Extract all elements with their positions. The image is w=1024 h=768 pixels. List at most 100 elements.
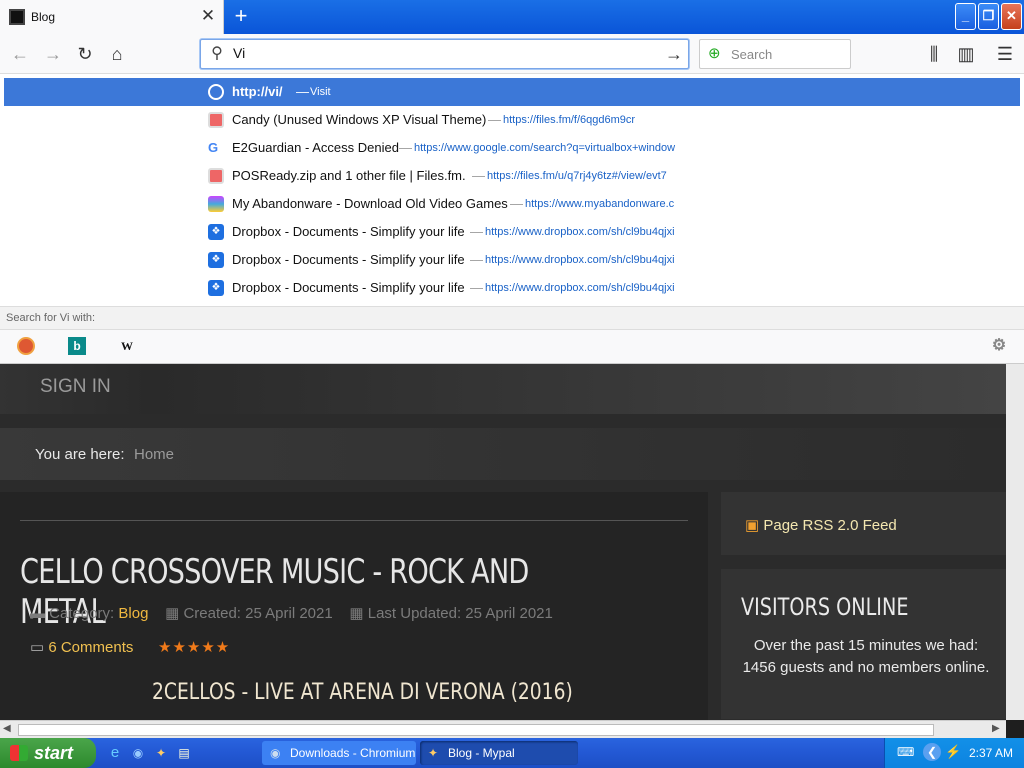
- folder-icon: ▬: [30, 605, 50, 622]
- article-subtitle: 2CELLOS - LIVE AT ARENA DI VERONA (2016): [152, 680, 573, 705]
- tab-strip: Blog ✕ + _ ❐ ✕: [0, 0, 1024, 34]
- sign-in-link[interactable]: SIGN IN: [40, 376, 111, 398]
- suggestion-title: Dropbox - Documents - Simplify your life: [232, 280, 465, 295]
- gear-icon[interactable]: ⚙: [990, 337, 1008, 355]
- minimize-button[interactable]: _: [955, 3, 976, 30]
- suggestion-url: https://www.dropbox.com/sh/cl9bu4qjxi: [485, 282, 675, 294]
- list-item[interactable]: Candy (Unused Windows XP Visual Theme) —…: [4, 106, 1020, 134]
- rss-icon: ▣: [745, 517, 764, 534]
- clock: 2:37 AM: [969, 746, 1014, 760]
- home-icon[interactable]: ⌂: [105, 42, 129, 66]
- rss-label: Page RSS 2.0 Feed: [763, 517, 897, 534]
- go-arrow-icon[interactable]: →: [663, 43, 685, 65]
- keyboard-icon[interactable]: ⌨: [897, 745, 914, 759]
- breadcrumb-home-link[interactable]: Home: [134, 446, 174, 463]
- myabandonware-icon: [208, 196, 224, 212]
- suggestion-title: My Abandonware - Download Old Video Game…: [232, 196, 508, 211]
- suggestion-title: E2Guardian - Access Denied: [232, 140, 399, 155]
- created-date: Created: 25 April 2021: [183, 605, 333, 622]
- breadcrumb-label: You are here:: [35, 446, 125, 463]
- back-icon[interactable]: ←: [8, 42, 32, 66]
- list-item[interactable]: My Abandonware - Download Old Video Game…: [4, 190, 1020, 218]
- breadcrumb: You are here: Home: [0, 428, 1006, 480]
- windows-flag-icon: [10, 745, 28, 761]
- start-button[interactable]: start: [0, 738, 96, 768]
- star-rating[interactable]: ★★★★★: [158, 638, 230, 656]
- restore-button[interactable]: ❐: [978, 3, 999, 30]
- category-link[interactable]: Blog: [118, 605, 148, 622]
- comment-icon: ▭: [30, 639, 49, 656]
- visitors-panel: VISITORS ONLINE Over the past 15 minutes…: [721, 569, 1006, 719]
- close-tab-icon[interactable]: ✕: [199, 6, 217, 26]
- list-item[interactable]: ❖ Dropbox - Documents - Simplify your li…: [4, 274, 1020, 302]
- taskbar: start e ◉ ✦ ▤ ◉ Downloads - Chromium ✦ B…: [0, 738, 1024, 768]
- task-blog-mypal[interactable]: ✦ Blog - Mypal: [420, 741, 578, 765]
- comments-link[interactable]: ▭ 6 Comments: [30, 638, 133, 656]
- mypal-icon[interactable]: ✦: [152, 744, 170, 762]
- forward-icon[interactable]: →: [41, 42, 65, 66]
- url-autocomplete-popup: http://vi/ — Visit Candy (Unused Windows…: [0, 74, 1024, 364]
- separator: —: [470, 224, 483, 239]
- url-bar[interactable]: ⚲ Vi →: [200, 39, 689, 69]
- reload-icon[interactable]: ↻: [73, 42, 97, 66]
- start-label: start: [34, 743, 74, 763]
- separator: —: [472, 168, 485, 183]
- dropbox-icon: ❖: [208, 224, 224, 240]
- bing-icon[interactable]: b: [68, 337, 86, 355]
- web-page: SIGN IN You are here: Home CELLO CROSSOV…: [0, 364, 1024, 720]
- url-input[interactable]: Vi: [233, 45, 245, 61]
- system-tray: ⌨ ❮ ⚡ 2:37 AM: [884, 738, 1024, 768]
- suggestion-url: https://files.fm/u/q7rj4y6tz#/view/evt7: [487, 170, 667, 182]
- new-tab-icon[interactable]: +: [230, 4, 252, 28]
- vertical-scrollbar[interactable]: [1006, 364, 1024, 720]
- scroll-thumb[interactable]: [18, 724, 934, 736]
- globe-icon: [208, 84, 224, 100]
- wikipedia-icon[interactable]: W: [118, 337, 136, 355]
- visitors-title: VISITORS ONLINE: [741, 593, 909, 621]
- search-engine-icon: ⊕: [708, 45, 721, 62]
- list-item[interactable]: http://vi/ — Visit: [4, 78, 1020, 106]
- mypal-icon: ✦: [428, 746, 439, 760]
- chromium-icon: ◉: [270, 746, 281, 760]
- notepad-icon[interactable]: ▤: [175, 744, 193, 762]
- dropbox-icon: ❖: [208, 252, 224, 268]
- article-meta: ▬ Category: Blog ▦ Created: 25 April 202…: [30, 604, 553, 622]
- one-off-search-engines: b W ⚙: [0, 330, 1024, 364]
- separator: —: [470, 280, 483, 295]
- article-panel: CELLO CROSSOVER MUSIC - ROCK AND METAL ▬…: [0, 492, 708, 720]
- chromium-icon[interactable]: ◉: [129, 744, 147, 762]
- suggestion-url: https://www.google.com/search?q=virtualb…: [414, 142, 676, 154]
- search-with-label: Search for Vi with:: [6, 312, 96, 324]
- search-box[interactable]: ⊕ Search: [699, 39, 851, 69]
- ie-icon[interactable]: e: [106, 744, 124, 762]
- updated-date: Last Updated: 25 April 2021: [367, 605, 553, 622]
- network-icon[interactable]: ⚡: [945, 744, 961, 760]
- suggestion-url: https://files.fm/f/6qgd6m9cr: [503, 114, 636, 126]
- duckduckgo-icon[interactable]: [17, 337, 35, 355]
- menu-icon[interactable]: ☰: [993, 42, 1017, 66]
- suggestion-action: Visit: [310, 86, 331, 98]
- separator: —: [296, 84, 309, 99]
- list-item[interactable]: G E2Guardian - Access Denied — https://w…: [4, 134, 1020, 162]
- separator: —: [399, 140, 412, 155]
- sidebar-icon[interactable]: ▥: [954, 42, 978, 66]
- calendar-icon: ▦: [349, 605, 368, 622]
- list-item[interactable]: ❖ Dropbox - Documents - Simplify your li…: [4, 246, 1020, 274]
- rss-panel: ▣ Page RSS 2.0 Feed: [721, 492, 1006, 555]
- rss-link[interactable]: ▣ Page RSS 2.0 Feed: [745, 516, 897, 534]
- library-icon[interactable]: ⫼: [922, 42, 946, 66]
- scroll-left-icon[interactable]: ◀: [3, 723, 11, 734]
- scroll-right-icon[interactable]: ▶: [992, 723, 1000, 734]
- task-downloads-chromium[interactable]: ◉ Downloads - Chromium: [262, 741, 416, 765]
- calendar-icon: ▦: [165, 605, 184, 622]
- dropbox-icon: ❖: [208, 280, 224, 296]
- show-hidden-icons-icon[interactable]: ❮: [923, 743, 941, 761]
- tab-blog[interactable]: Blog ✕: [0, 0, 224, 34]
- navigation-toolbar: ← → ↻ ⌂ ⚲ Vi → ⊕ Search ⫼ ▥ ☰: [0, 34, 1024, 74]
- list-item[interactable]: ❖ Dropbox - Documents - Simplify your li…: [4, 218, 1020, 246]
- visitors-text: Over the past 15 minutes we had: 1456 gu…: [742, 637, 990, 676]
- horizontal-scrollbar[interactable]: ◀ ▶: [0, 720, 1006, 738]
- close-window-button[interactable]: ✕: [1001, 3, 1022, 30]
- tab-title: Blog: [31, 10, 56, 24]
- list-item[interactable]: POSReady.zip and 1 other file | Files.fm…: [4, 162, 1020, 190]
